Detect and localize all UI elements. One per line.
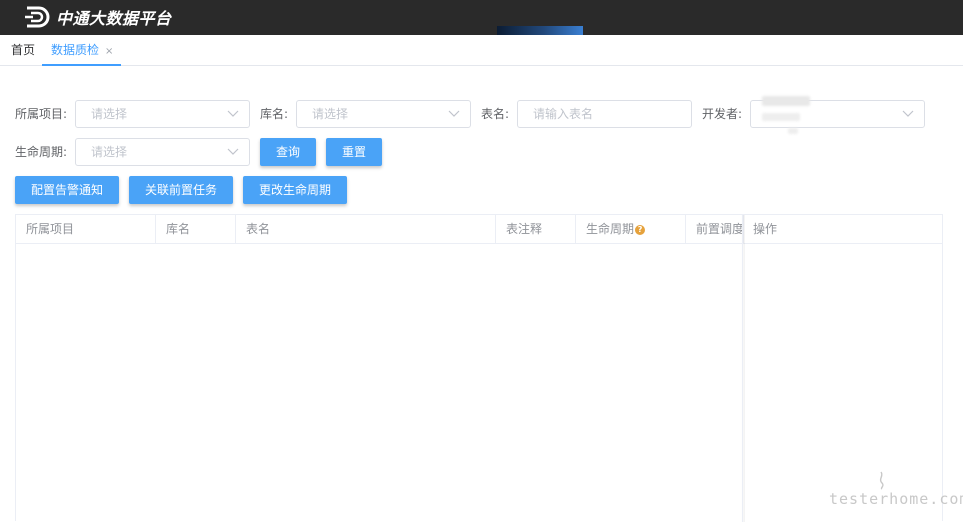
chevron-down-icon — [902, 110, 914, 117]
table-header: 所属项目 库名 表名 表注释 生命周期? 前置调度 操作 — [16, 215, 942, 244]
watermark-swirl-icon — [879, 471, 884, 490]
change-lifecycle-button[interactable]: 更改生命周期 — [243, 176, 347, 204]
redacted-area — [788, 128, 798, 134]
data-table: 所属项目 库名 表名 表注释 生命周期? 前置调度 操作 — [15, 214, 943, 522]
redacted-area — [762, 96, 810, 106]
tabs-bar: 首页 数据质检 × — [0, 35, 963, 66]
project-select[interactable]: 请选择 — [75, 100, 250, 128]
logo-icon — [24, 6, 50, 28]
table-name-placeholder: 请输入表名 — [533, 107, 594, 121]
chevron-down-icon — [227, 110, 239, 117]
top-bar: 中通大数据平台 — [0, 0, 963, 35]
tab-home-label: 首页 — [11, 43, 36, 57]
column-header-lifecycle-label: 生命周期 — [586, 222, 635, 236]
table-name-label: 表名: — [481, 107, 510, 121]
table-name-input[interactable]: 请输入表名 — [517, 100, 692, 128]
fixed-column-divider — [742, 215, 743, 522]
column-header-project[interactable]: 所属项目 — [16, 215, 156, 243]
column-header-database[interactable]: 库名 — [156, 215, 236, 243]
column-header-table-comment[interactable]: 表注释 — [496, 215, 576, 243]
tab-home[interactable]: 首页 — [11, 35, 35, 66]
tab-data-quality[interactable]: 数据质检 × — [42, 35, 121, 66]
watermark: testerhome.com — [829, 490, 963, 508]
reset-button[interactable]: 重置 — [326, 138, 382, 166]
app-logo[interactable]: 中通大数据平台 — [24, 5, 172, 29]
close-icon[interactable]: × — [105, 46, 113, 57]
tab-data-quality-label: 数据质检 — [51, 43, 100, 57]
lifecycle-label: 生命周期: — [15, 145, 68, 159]
redacted-area — [762, 113, 800, 121]
project-label: 所属项目: — [15, 107, 68, 121]
lifecycle-placeholder: 请选择 — [91, 145, 128, 159]
developer-label: 开发者: — [702, 107, 743, 121]
column-header-pre-schedule[interactable]: 前置调度 — [686, 215, 744, 243]
project-placeholder: 请选择 — [91, 107, 128, 121]
redacted-area — [497, 26, 583, 35]
query-button[interactable]: 查询 — [260, 138, 316, 166]
help-icon[interactable]: ? — [635, 224, 646, 235]
column-header-table-name[interactable]: 表名 — [236, 215, 496, 243]
chevron-down-icon — [227, 148, 239, 155]
chevron-down-icon — [448, 110, 460, 117]
app-title: 中通大数据平台 — [56, 9, 172, 28]
link-pre-task-button[interactable]: 关联前置任务 — [129, 176, 233, 204]
database-label: 库名: — [260, 107, 289, 121]
column-header-lifecycle[interactable]: 生命周期? — [576, 215, 686, 243]
database-placeholder: 请选择 — [312, 107, 349, 121]
config-alert-button[interactable]: 配置告警通知 — [15, 176, 119, 204]
lifecycle-select[interactable]: 请选择 — [75, 138, 250, 166]
database-select[interactable]: 请选择 — [296, 100, 471, 128]
column-header-actions: 操作 — [753, 222, 778, 236]
